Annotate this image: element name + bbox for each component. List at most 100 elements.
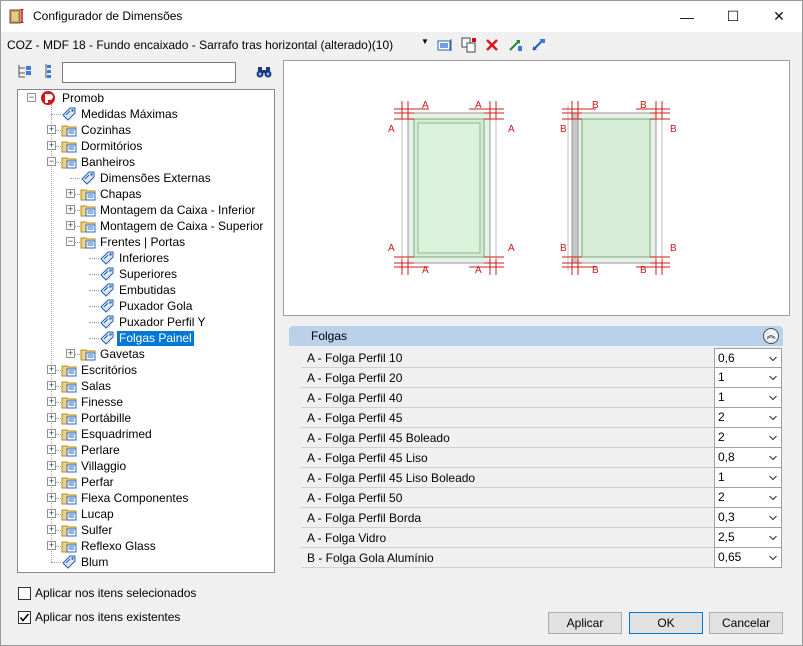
minimize-button[interactable]: — [664, 1, 710, 32]
tree-item[interactable]: + Salas [18, 378, 274, 394]
expand-icon[interactable]: + [66, 221, 75, 230]
expand-icon[interactable]: + [47, 541, 56, 550]
property-value-dropdown[interactable]: 0,65 [714, 548, 782, 568]
tree-item[interactable]: + Lucap [18, 506, 274, 522]
expand-icon[interactable]: + [47, 413, 56, 422]
select-item-icon[interactable] [437, 37, 453, 53]
copy-dimensions-icon[interactable] [461, 37, 477, 53]
tree-item[interactable]: + Chapas [18, 186, 274, 202]
category-tree[interactable]: − Promob Medidas Máximas + Cozinhas + Dormit… [17, 89, 275, 573]
property-value-dropdown[interactable]: 1 [714, 388, 782, 408]
tree-item[interactable]: Medidas Máximas [18, 106, 274, 122]
expand-icon[interactable]: + [47, 141, 56, 150]
chevron-down-icon[interactable] [769, 394, 777, 402]
chevron-down-icon[interactable] [769, 454, 777, 462]
collapse-tree-icon[interactable] [17, 63, 33, 79]
expand-icon[interactable]: + [47, 429, 56, 438]
cancel-button[interactable]: Cancelar [709, 612, 783, 634]
tree-item[interactable]: + Sulfer [18, 522, 274, 538]
tree-item[interactable]: + Flexa Componentes [18, 490, 274, 506]
maximize-button[interactable]: ☐ [710, 1, 756, 32]
property-value-dropdown[interactable]: 1 [714, 368, 782, 388]
tree-item[interactable]: + Gavetas [18, 346, 274, 362]
tree-guide-line [89, 290, 99, 291]
collapse-icon[interactable]: − [27, 93, 36, 102]
chevron-down-icon[interactable] [769, 474, 777, 482]
expand-icon[interactable]: + [47, 381, 56, 390]
tree-item[interactable]: + Reflexo Glass [18, 538, 274, 554]
expand-icon[interactable]: + [47, 397, 56, 406]
apply-button[interactable]: Aplicar [548, 612, 622, 634]
chevron-down-icon[interactable] [769, 514, 777, 522]
tree-item[interactable]: + Portábille [18, 410, 274, 426]
collapse-section-icon[interactable]: ︽ [763, 328, 779, 344]
chevron-down-icon[interactable] [769, 554, 777, 562]
property-value-dropdown[interactable]: 0,8 [714, 448, 782, 468]
expand-icon[interactable]: + [47, 445, 56, 454]
import-icon[interactable] [530, 37, 546, 53]
expand-icon[interactable]: + [66, 205, 75, 214]
ok-button[interactable]: OK [629, 612, 703, 634]
properties-section-header[interactable]: Folgas ︽ [289, 326, 783, 346]
tree-item[interactable]: Folgas Painel [18, 330, 274, 346]
expand-icon[interactable]: + [47, 525, 56, 534]
tree-item[interactable]: + Cozinhas [18, 122, 274, 138]
expand-icon[interactable]: + [47, 461, 56, 470]
close-button[interactable]: ✕ [756, 1, 802, 32]
collapse-icon[interactable]: − [47, 157, 56, 166]
export-icon[interactable] [507, 37, 523, 53]
tree-item[interactable]: + Villaggio [18, 458, 274, 474]
tree-item[interactable]: Puxador Perfil Y [18, 314, 274, 330]
chevron-down-icon[interactable]: ▼ [421, 37, 429, 46]
expand-icon[interactable]: + [47, 477, 56, 486]
apply-existing-checkbox[interactable] [18, 611, 31, 624]
expand-icon[interactable]: + [47, 509, 56, 518]
tree-item[interactable]: + Montagem de Caixa - Superior [18, 218, 274, 234]
collapse-icon[interactable]: − [66, 237, 75, 246]
apply-selected-checkbox[interactable] [18, 587, 31, 600]
chevron-down-icon[interactable] [769, 434, 777, 442]
tree-item[interactable]: Superiores [18, 266, 274, 282]
tree-item[interactable]: Inferiores [18, 250, 274, 266]
tree-item[interactable]: + Finesse [18, 394, 274, 410]
property-value-dropdown[interactable]: 0,6 [714, 348, 782, 368]
expand-tree-icon[interactable] [41, 63, 57, 79]
tree-item[interactable]: + Dormitórios [18, 138, 274, 154]
tree-item[interactable]: + Perfar [18, 474, 274, 490]
expand-icon[interactable]: + [66, 189, 75, 198]
tree-item[interactable]: − Frentes | Portas [18, 234, 274, 250]
expand-icon[interactable]: + [47, 493, 56, 502]
property-value-dropdown[interactable]: 2 [714, 408, 782, 428]
property-value-dropdown[interactable]: 2,5 [714, 528, 782, 548]
tree-item[interactable]: + Esquadrimed [18, 426, 274, 442]
tree-item-label: Finesse [81, 394, 124, 409]
property-row: A - Folga Vidro 2,5 [301, 528, 782, 548]
chevron-down-icon[interactable] [769, 355, 777, 363]
delete-icon[interactable] [484, 37, 500, 53]
tree-item[interactable]: Dimensões Externas [18, 170, 274, 186]
chevron-down-icon[interactable] [769, 494, 777, 502]
tree-item[interactable]: + Perlare [18, 442, 274, 458]
chevron-down-icon[interactable] [769, 374, 777, 382]
tree-item-promob[interactable]: − Promob [18, 90, 274, 106]
expand-icon[interactable]: + [66, 349, 75, 358]
tree-item[interactable]: Puxador Gola [18, 298, 274, 314]
tree-item[interactable]: Embutidas [18, 282, 274, 298]
item-selector[interactable]: COZ - MDF 18 - Fundo encaixado - Sarrafo… [7, 38, 393, 52]
gap-label: A [475, 100, 482, 111]
chevron-down-icon[interactable] [769, 414, 777, 422]
property-value-dropdown[interactable]: 2 [714, 428, 782, 448]
gap-label: B [640, 265, 647, 276]
tree-item[interactable]: Blum [18, 554, 274, 570]
tree-item[interactable]: + Montagem da Caixa - Inferior [18, 202, 274, 218]
tree-item[interactable]: − Banheiros [18, 154, 274, 170]
chevron-down-icon[interactable] [769, 534, 777, 542]
search-icon[interactable] [256, 65, 272, 79]
property-value-dropdown[interactable]: 1 [714, 468, 782, 488]
expand-icon[interactable]: + [47, 365, 56, 374]
expand-icon[interactable]: + [47, 125, 56, 134]
tree-search-input[interactable] [62, 62, 236, 83]
property-value-dropdown[interactable]: 2 [714, 488, 782, 508]
tree-item[interactable]: + Escritórios [18, 362, 274, 378]
property-value-dropdown[interactable]: 0,3 [714, 508, 782, 528]
